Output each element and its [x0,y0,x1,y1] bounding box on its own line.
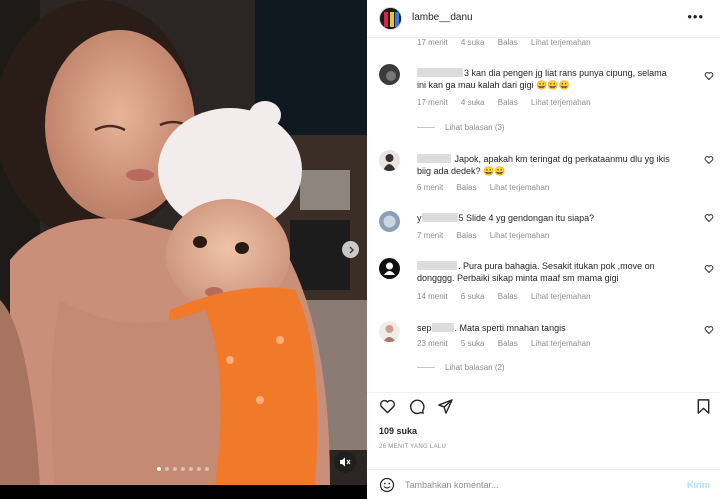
commenter-avatar[interactable] [379,211,400,232]
author-username[interactable]: lambe__danu [412,12,473,23]
commenter-avatar[interactable] [379,321,400,342]
comment-time: 7 menit [417,231,444,240]
reply-button[interactable]: Balas [498,38,518,47]
reply-button[interactable]: Balas [456,183,476,192]
comment-likes[interactable]: 5 suka [461,339,485,348]
carousel-dot [173,467,177,471]
reply-button[interactable]: Balas [498,292,518,301]
redacted-username [417,68,463,77]
carousel-dot [189,467,193,471]
like-comment-icon[interactable] [704,264,714,274]
post-timestamp: 26 MENIT YANG LALU [379,444,447,450]
carousel-dot [165,467,169,471]
carousel-indicator [157,467,209,471]
comment-composer: Kirim [367,469,720,499]
bookmark-icon[interactable] [695,398,712,415]
redacted-username [417,154,451,163]
see-translation-button[interactable]: Lihat terjemahan [490,231,550,240]
comment-icon[interactable] [408,398,425,415]
instagram-post-viewer: lambe__danu ••• 17 menit 4 suka Balas Li… [0,0,720,499]
redacted-username [421,213,458,222]
comment-time: 6 menit [417,183,444,192]
like-comment-icon[interactable] [704,213,714,223]
comment-time: 17 menit [417,38,448,47]
comment-text: Japok, apakah km teringat dg perkataanmu… [417,154,670,176]
more-options-icon[interactable]: ••• [687,9,704,24]
comment-time: 23 menit [417,339,448,348]
see-translation-button[interactable]: Lihat terjemahan [490,183,550,192]
like-comment-icon[interactable] [704,325,714,335]
comment-meta: 23 menit 5 suka Balas Lihat terjemahan [417,339,602,348]
post-header: lambe__danu ••• [367,0,720,38]
like-comment-icon[interactable] [704,155,714,165]
post-actions: 109 suka 26 MENIT YANG LALU [367,392,720,464]
reply-button[interactable]: Balas [498,339,518,348]
comment-meta: 7 menit Balas Lihat terjemahan [417,231,560,240]
commenter-avatar[interactable] [379,64,400,85]
post-photo [0,0,367,485]
avatar-image [379,64,400,85]
reply-button[interactable]: Balas [456,231,476,240]
like-comment-icon[interactable] [704,71,714,81]
post-comment-button[interactable]: Kirim [687,480,710,490]
comment-meta: 17 menit 4 suka Balas Lihat terjemahan [417,98,602,107]
comment-likes[interactable]: 4 suka [461,38,485,47]
view-replies-button[interactable]: Lihat balasan (2) [417,363,505,372]
redacted-username [431,323,454,332]
redacted-username [417,261,457,270]
comment-time: 17 menit [417,98,448,107]
comment-likes[interactable]: 4 suka [461,98,485,107]
avatar-image [380,8,401,29]
chevron-right-icon [349,246,354,253]
comment-input[interactable] [405,476,675,494]
comment-text: 3 kan dia pengen jg liat rans punya cipu… [417,68,667,90]
comment-text: . Pura pura bahagia. Sesakit itukan pok … [417,261,655,283]
share-icon[interactable] [437,398,454,415]
reply-button[interactable]: Balas [498,98,518,107]
avatar-image [379,321,400,342]
comment-time: 14 menit [417,292,448,301]
view-replies-button[interactable]: Lihat balasan (3) [417,123,505,132]
see-translation-button[interactable]: Lihat terjemahan [531,292,591,301]
like-count[interactable]: 109 suka [379,426,417,436]
carousel-dot [197,467,201,471]
comment-likes[interactable]: 6 suka [461,292,485,301]
comment-text: y5 Slide 4 yg gendongan itu siapa? [417,213,595,223]
next-slide-button[interactable] [342,241,359,258]
see-translation-button[interactable]: Lihat terjemahan [531,38,591,47]
comment-meta: 17 menit 4 suka Balas Lihat terjemahan [417,38,602,47]
avatar-image [379,211,400,232]
comment-text: sep. Mata sperti mnahan tangis [417,323,566,333]
post-side-panel: lambe__danu ••• 17 menit 4 suka Balas Li… [367,0,720,499]
mute-button[interactable] [334,451,356,473]
comment-meta: 6 menit Balas Lihat terjemahan [417,183,560,192]
carousel-dot [157,467,161,471]
emoji-icon[interactable] [379,477,395,493]
see-translation-button[interactable]: Lihat terjemahan [531,339,591,348]
avatar-image [379,150,400,171]
commenter-avatar[interactable] [379,258,400,279]
avatar-image [379,258,400,279]
speaker-muted-icon [340,457,351,467]
see-translation-button[interactable]: Lihat terjemahan [531,98,591,107]
author-avatar[interactable] [379,7,402,30]
heart-icon[interactable] [379,398,396,415]
carousel-dot [205,467,209,471]
comment-meta: 14 menit 6 suka Balas Lihat terjemahan [417,292,602,301]
commenter-avatar[interactable] [379,150,400,171]
comments-list[interactable]: 17 menit 4 suka Balas Lihat terjemahan 3… [367,38,720,392]
carousel-dot [181,467,185,471]
post-media[interactable] [0,0,367,485]
